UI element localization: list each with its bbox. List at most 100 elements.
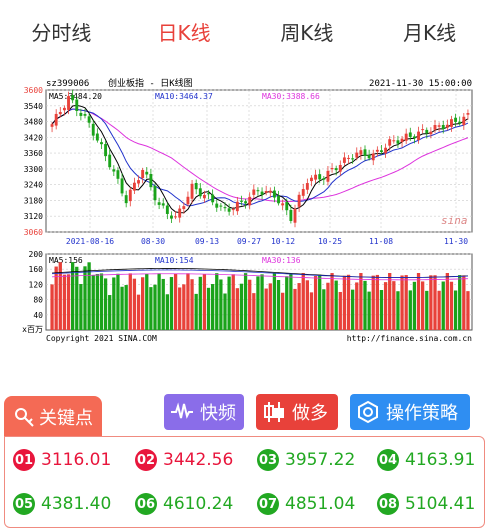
volume-bar <box>256 276 260 330</box>
candle-body <box>347 157 350 159</box>
candle-body <box>145 171 149 175</box>
volume-bar <box>50 284 54 330</box>
candle-body <box>285 201 289 211</box>
candle-body <box>277 196 280 204</box>
volume-bar <box>425 290 429 330</box>
candle-body <box>363 149 367 156</box>
key-point-06: 06 4610.24 <box>135 493 233 515</box>
volume-bar <box>194 293 198 330</box>
volume-bar <box>103 278 108 330</box>
x-tick-label: 10-25 <box>318 237 342 246</box>
tab-weekly-k[interactable]: 周K线 <box>246 0 369 62</box>
volume-bar <box>449 281 454 330</box>
volume-bar <box>182 284 186 330</box>
candle-body <box>50 124 54 127</box>
volume-bar <box>326 282 330 330</box>
tab-timeshare[interactable]: 分时线 <box>0 0 123 62</box>
volume-bar <box>437 290 441 330</box>
candle-body <box>174 216 178 218</box>
volume-bar <box>404 275 408 330</box>
volume-bar <box>305 280 309 330</box>
key-points-tab[interactable]: 关键点 <box>4 396 102 438</box>
copyright-text: Copyright 2021 SINA.COM <box>46 334 157 343</box>
volume-tick-label: 40 <box>33 311 43 320</box>
volume-bar <box>141 277 145 330</box>
volume-bar <box>112 277 116 330</box>
candle-body <box>178 208 182 218</box>
candle-body <box>71 95 75 101</box>
candle-body <box>202 194 206 199</box>
volume-bar <box>235 288 239 330</box>
volume-bar <box>297 283 301 330</box>
volume-bar <box>178 287 182 330</box>
candle-body <box>248 196 252 206</box>
candle-body <box>371 153 375 161</box>
volume-bar <box>54 266 58 330</box>
volume-bar <box>433 275 437 330</box>
candle-body <box>367 155 371 159</box>
key-point-value: 5104.41 <box>405 494 476 514</box>
price-tick-label: 3360 <box>24 149 43 158</box>
volume-bar <box>371 275 375 330</box>
price-tick-label: 3060 <box>24 228 43 237</box>
candle-body <box>408 132 412 137</box>
x-tick-label: 09-27 <box>237 237 261 246</box>
chart-datetime: 2021-11-30 15:00:00 <box>369 79 472 89</box>
volume-bar <box>334 280 338 330</box>
volume-bar <box>99 273 104 330</box>
kuaipin-button[interactable]: 快频 <box>164 394 244 430</box>
zuoduo-button[interactable]: 做多 <box>256 394 338 430</box>
volume-bar <box>79 284 83 330</box>
volume-bar <box>239 283 244 330</box>
candle-body <box>58 111 62 115</box>
candle-body <box>182 206 186 210</box>
volume-bar <box>412 281 417 330</box>
key-point-08: 08 5104.41 <box>377 493 475 515</box>
price-ma10-label: MA10:3464.37 <box>155 92 213 101</box>
volume-bar <box>206 287 211 330</box>
volume-tick-label: 120 <box>29 280 44 289</box>
strategy-button[interactable]: 操作策略 <box>350 394 470 430</box>
gear-icon <box>356 400 380 424</box>
candle-body <box>384 147 388 154</box>
vol-ma30-label: MA30:136 <box>262 256 301 265</box>
volume-bar <box>124 285 128 330</box>
key-point-badge: 06 <box>135 493 157 515</box>
volume-bar <box>445 273 449 330</box>
volume-bar <box>285 276 289 330</box>
candle-body <box>462 116 466 126</box>
zuoduo-label: 做多 <box>292 403 328 424</box>
key-point-badge: 05 <box>13 493 35 515</box>
tab-monthly-k[interactable]: 月K线 <box>368 0 491 62</box>
key-points-label: 关键点 <box>39 408 93 429</box>
price-tick-label: 3540 <box>24 102 43 111</box>
tab-daily-k[interactable]: 日K线 <box>123 0 246 62</box>
candle-body <box>351 158 355 160</box>
candle-body <box>301 189 305 196</box>
key-point-badge: 01 <box>13 449 35 471</box>
kline-chart[interactable]: sz399006 创业板指 - 日K线图 2021-11-30 15:00:00… <box>0 62 491 362</box>
candle-body <box>235 201 239 212</box>
candle-body <box>161 203 165 206</box>
candle-body <box>116 170 120 179</box>
key-point-badge: 02 <box>135 449 157 471</box>
candle-body <box>326 170 330 182</box>
key-point-01: 01 3116.01 <box>13 449 111 471</box>
volume-bar <box>453 290 458 330</box>
candle-body <box>404 133 408 141</box>
volume-bar <box>66 274 71 330</box>
volume-tick-label: 160 <box>29 265 44 274</box>
volume-bar <box>116 273 120 330</box>
volume-bar <box>466 291 470 330</box>
volume-bar <box>198 276 202 330</box>
candle-body <box>194 183 198 190</box>
volume-bar <box>408 290 412 330</box>
candle-body <box>95 133 99 141</box>
price-tick-label: 3420 <box>24 133 43 142</box>
key-point-badge: 04 <box>377 449 399 471</box>
volume-bar <box>153 284 157 330</box>
volume-bar <box>338 291 342 330</box>
volume-bar <box>318 274 322 330</box>
candle-body <box>400 138 404 143</box>
volume-bar <box>309 292 314 330</box>
